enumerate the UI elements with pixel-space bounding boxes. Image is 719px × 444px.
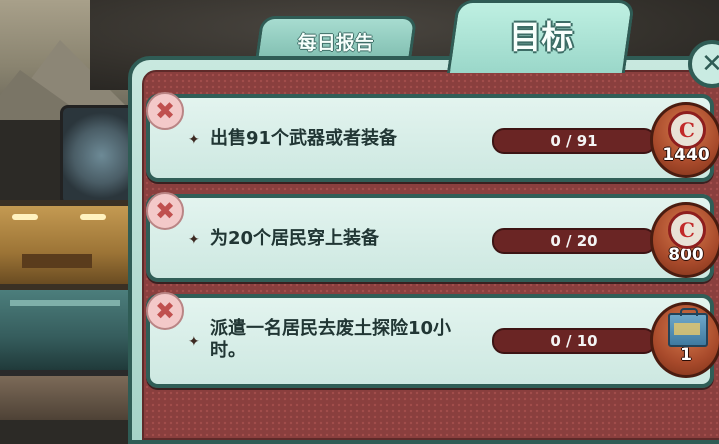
ceiling-light (12, 214, 38, 220)
tab-objectives[interactable]: 目标 (446, 0, 636, 73)
room-pipe (10, 300, 120, 306)
x-icon: ✖ (154, 297, 176, 325)
objective-text: 派遣一名居民去废土探险10小时。 (210, 318, 452, 361)
x-icon: ✖ (154, 97, 176, 125)
objective-progress-bar: 0 / 91 (492, 128, 656, 154)
objective-text: 为20个居民穿上装备 (210, 228, 380, 249)
bullet-star-icon: ✦ (188, 132, 200, 148)
objective-row: ✖ ✦ 派遣一名居民去废土探险10小时。 0 / 10 1 (146, 292, 719, 388)
vault-room-diner (0, 200, 130, 290)
dismiss-objective-button[interactable]: ✖ (146, 292, 184, 330)
tab-daily-report-label: 每日报告 (297, 31, 374, 54)
ceiling-light (80, 214, 106, 220)
reward-badge: C 1440 (650, 102, 719, 178)
objective-progress-bar: 0 / 20 (492, 228, 656, 254)
bullet-star-icon: ✦ (188, 334, 200, 350)
objective-progress-bar: 0 / 10 (492, 328, 656, 354)
x-icon: ✖ (154, 197, 176, 225)
progress-text: 0 / 10 (550, 332, 598, 350)
room-bench (22, 254, 92, 268)
vault-room-water (0, 290, 130, 376)
progress-text: 0 / 20 (550, 232, 598, 250)
progress-text: 0 / 91 (550, 132, 598, 150)
objective-row: ✖ ✦ 为20个居民穿上装备 0 / 20 C 800 (146, 192, 719, 282)
lunchbox-icon (668, 308, 708, 347)
objective-text: 出售91个武器或者装备 (210, 128, 398, 149)
reward-badge: C 800 (650, 202, 719, 278)
dismiss-objective-button[interactable]: ✖ (146, 192, 184, 230)
bottle-cap-icon: C (668, 111, 706, 149)
bottle-cap-icon: C (668, 211, 706, 249)
close-icon: ✕ (701, 49, 719, 79)
dismiss-objective-button[interactable]: ✖ (146, 92, 184, 130)
tab-objectives-label: 目标 (509, 18, 574, 56)
vault-room-lower (0, 376, 130, 420)
vault-door (60, 105, 136, 206)
reward-badge: 1 (650, 302, 719, 378)
bullet-star-icon: ✦ (188, 232, 200, 248)
reward-amount: 1 (680, 345, 692, 365)
objective-row: ✖ ✦ 出售91个武器或者装备 0 / 91 C 1440 (146, 92, 719, 182)
